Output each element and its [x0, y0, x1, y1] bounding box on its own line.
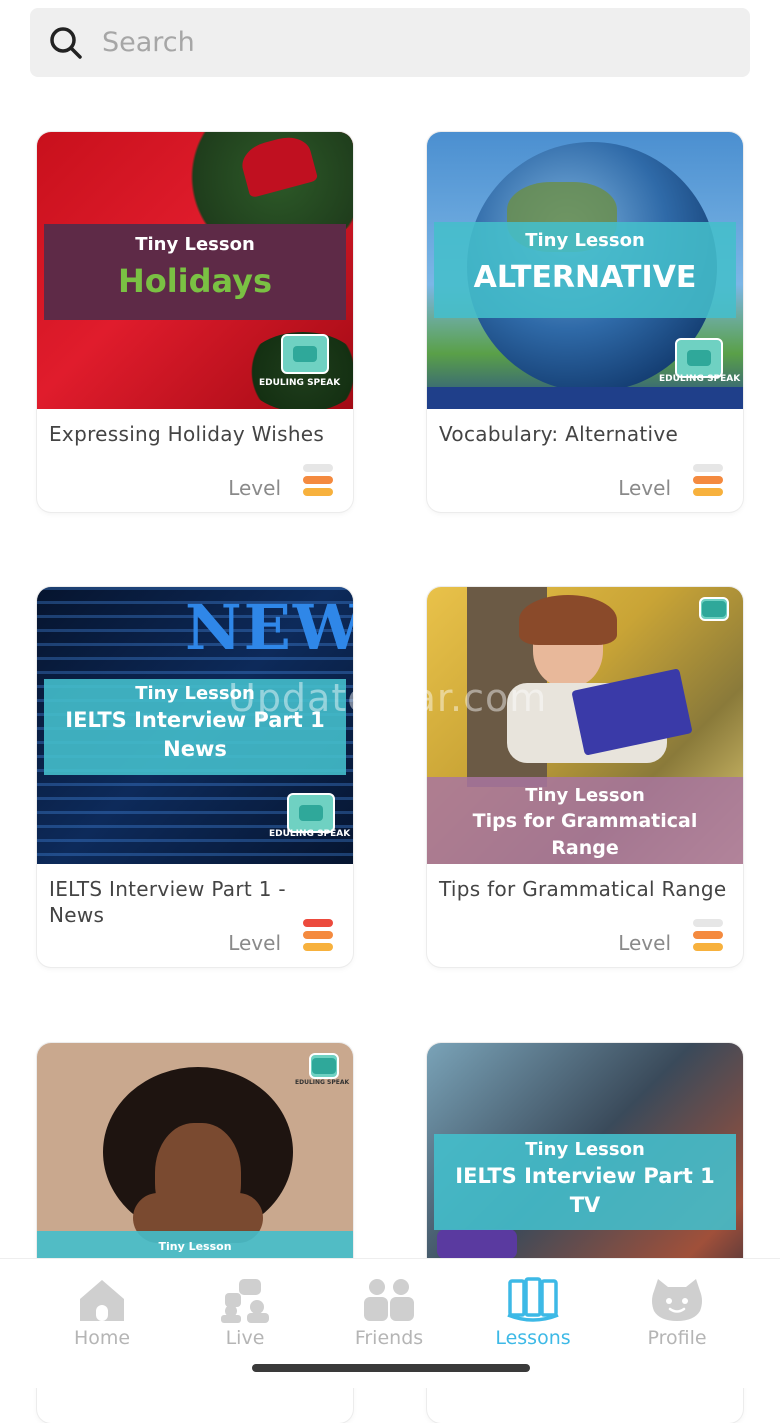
lesson-card-grammatical-range[interactable]: Tiny Lesson Tips for Grammatical Range T… [427, 587, 743, 967]
level-indicator [693, 919, 723, 955]
nav-item-lessons[interactable]: Lessons [463, 1277, 603, 1349]
level-bar [303, 464, 333, 472]
nav-item-profile[interactable]: Profile [607, 1277, 747, 1349]
eduling-logo [699, 597, 729, 621]
level-bar [303, 488, 333, 496]
eduling-logo [309, 1053, 339, 1079]
banner-subtitle: Tiny Lesson [158, 1240, 232, 1253]
nav-item-live[interactable]: Live [175, 1277, 315, 1349]
lesson-thumbnail: Tiny Lesson Holidays EDULING SPEAK [37, 132, 353, 409]
watermark: UpdateStar.com [228, 676, 548, 720]
nav-label-home: Home [73, 1327, 131, 1349]
level-bar [693, 943, 723, 951]
logo-text: EDULING SPEAK [259, 378, 341, 388]
live-icon [221, 1279, 269, 1323]
level-label: Level [618, 476, 671, 500]
lessons-icon [507, 1277, 559, 1322]
friends-icon [364, 1279, 414, 1321]
profile-icon [652, 1279, 702, 1321]
lesson-banner: Tiny Lesson Holidays [44, 224, 346, 320]
lesson-title: Vocabulary: Alternative [439, 422, 679, 446]
banner-title: IELTS Interview Part 1 TV [455, 1164, 715, 1217]
level-bar [303, 931, 333, 939]
lesson-thumbnail: NEWS Tiny Lesson IELTS Interview Part 1 … [37, 587, 353, 864]
level-bar [693, 488, 723, 496]
nav-label-friends: Friends [354, 1327, 424, 1349]
lesson-thumbnail: Tiny Lesson Tips for Grammatical Range [427, 587, 743, 864]
level-bar [693, 476, 723, 484]
nav-label-live: Live [225, 1327, 265, 1349]
search-input[interactable] [100, 26, 704, 59]
lesson-thumbnail: Tiny Lesson ALTERNATIVE EDULING SPEAK [427, 132, 743, 409]
logo-text: EDULING SPEAK [269, 829, 351, 839]
home-icon [80, 1280, 124, 1321]
search-bar[interactable] [30, 8, 750, 77]
eduling-logo [287, 793, 335, 833]
level-indicator [303, 919, 333, 955]
level-bar [303, 919, 333, 927]
banner-subtitle: Tiny Lesson [525, 1139, 645, 1160]
level-bar [303, 476, 333, 484]
level-bar [303, 943, 333, 951]
nav-item-friends[interactable]: Friends [319, 1277, 459, 1349]
nav-label-profile: Profile [647, 1327, 707, 1349]
lesson-banner: Tiny Lesson IELTS Interview Part 1 TV [434, 1134, 736, 1230]
lesson-title: IELTS Interview Part 1 - News [49, 877, 286, 927]
lesson-title: Expressing Holiday Wishes [49, 422, 325, 446]
lesson-card-alternative[interactable]: Tiny Lesson ALTERNATIVE EDULING SPEAK Vo… [427, 132, 743, 512]
banner-subtitle: Tiny Lesson [525, 785, 645, 806]
banner-title: Holidays [117, 262, 273, 300]
lesson-title: Tips for Grammatical Range [439, 877, 727, 901]
nav-item-home[interactable]: Home [32, 1277, 172, 1349]
lesson-banner: Tiny Lesson ALTERNATIVE [434, 222, 736, 318]
eduling-logo [281, 334, 329, 374]
level-label: Level [618, 931, 671, 955]
banner-title: ALTERNATIVE [473, 260, 697, 295]
banner-subtitle: Tiny Lesson [525, 230, 645, 251]
lesson-card-holidays[interactable]: Tiny Lesson Holidays EDULING SPEAK Expre… [37, 132, 353, 512]
lesson-banner: Tiny Lesson Tips for Grammatical Range [427, 777, 743, 864]
lesson-card-news[interactable]: NEWS Tiny Lesson IELTS Interview Part 1 … [37, 587, 353, 967]
search-icon [50, 26, 82, 59]
level-label: Level [228, 931, 281, 955]
eduling-logo [675, 338, 723, 378]
logo-text: EDULING SPEAK [659, 374, 741, 384]
level-bar [693, 919, 723, 927]
level-bar [693, 931, 723, 939]
banner-title: Tips for Grammatical Range [472, 810, 698, 859]
level-label: Level [228, 476, 281, 500]
nav-label-lessons: Lessons [495, 1327, 571, 1349]
level-bar [693, 464, 723, 472]
level-indicator [303, 464, 333, 500]
logo-text: EDULING SPEAK [295, 1079, 350, 1086]
level-indicator [693, 464, 723, 500]
home-indicator [252, 1364, 530, 1372]
lesson-banner: Tiny Lesson [37, 1231, 353, 1261]
banner-subtitle: Tiny Lesson [135, 234, 255, 255]
